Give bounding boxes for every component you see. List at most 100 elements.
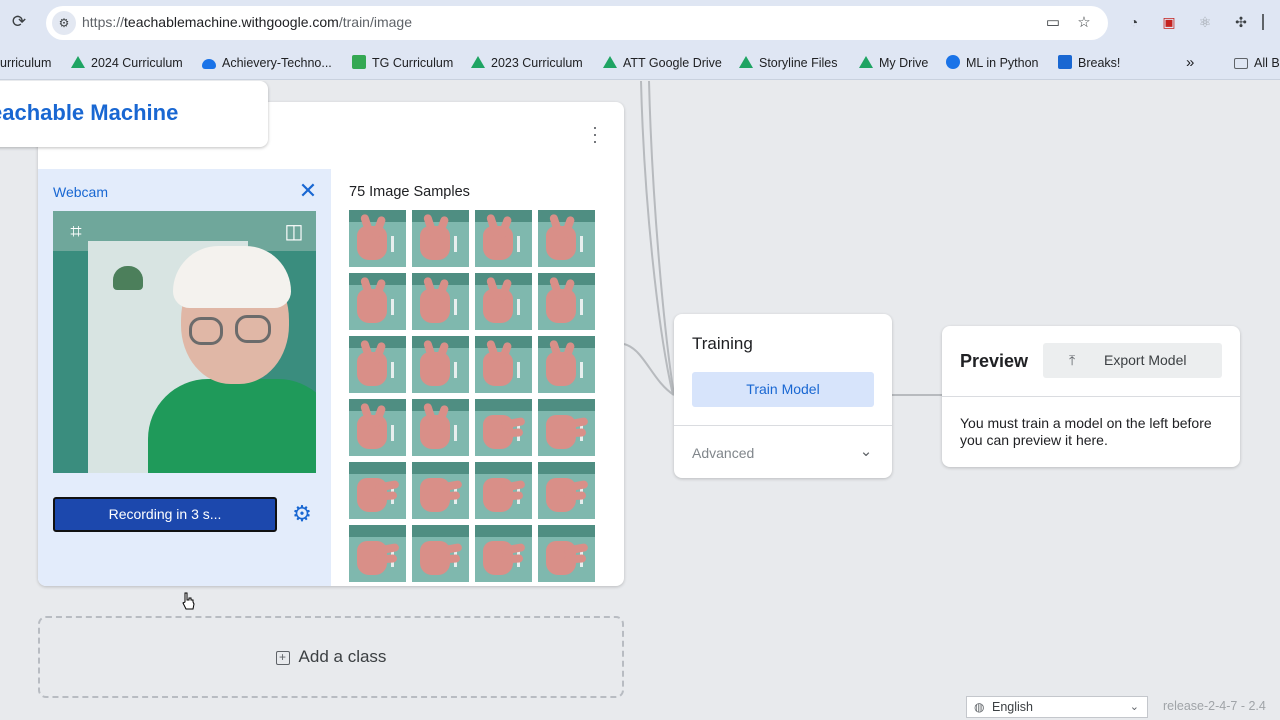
webcam-preview: ⌗ ◫: [53, 211, 316, 473]
sample-thumbnail[interactable]: [538, 273, 595, 330]
bookmark-label: urriculum: [0, 56, 52, 70]
webcam-panel: Webcam ✕ ⌗ ◫ Recording in 3 s... ⚙: [38, 169, 331, 586]
sample-thumbnail[interactable]: [412, 336, 469, 393]
url-text[interactable]: https://teachablemachine.withgoogle.com/…: [82, 14, 412, 30]
sample-thumbnail[interactable]: [538, 525, 595, 582]
bookmark-storyline-files[interactable]: Storyline Files: [739, 53, 838, 73]
bookmark-achievery[interactable]: Achievery-Techno...: [202, 53, 332, 73]
sample-thumbnail[interactable]: [412, 399, 469, 456]
bookmark-att-google-drive[interactable]: ATT Google Drive: [603, 53, 722, 73]
release-version: release-2-4-7 - 2.4: [1163, 699, 1266, 713]
sample-thumbnail[interactable]: [412, 462, 469, 519]
preview-message: You must train a model on the left befor…: [960, 415, 1212, 448]
bookmark-label: ML in Python: [966, 56, 1039, 70]
sample-thumbnail[interactable]: [475, 399, 532, 456]
puzzle-icon[interactable]: ✣: [1231, 12, 1251, 32]
globe-icon: ◍: [974, 700, 985, 714]
sample-thumbnail[interactable]: [475, 210, 532, 267]
connector-line-preview: [892, 394, 944, 396]
train-model-button[interactable]: Train Model: [692, 372, 874, 407]
hand-cursor-icon: [182, 592, 195, 610]
sample-thumbnail[interactable]: [538, 210, 595, 267]
bookmark-my-drive[interactable]: My Drive: [859, 53, 928, 73]
sample-thumbnail[interactable]: [475, 336, 532, 393]
sample-thumbnail[interactable]: [349, 273, 406, 330]
add-class-text: Add a class: [298, 647, 387, 666]
sample-thumbnail[interactable]: [475, 273, 532, 330]
google-drive-icon: [471, 56, 485, 68]
pdf-extension-icon[interactable]: ▣: [1159, 12, 1179, 32]
sample-thumbnail[interactable]: [475, 525, 532, 582]
training-title: Training: [692, 334, 753, 353]
sample-thumbnail[interactable]: [412, 525, 469, 582]
bookmark-tg-curriculum[interactable]: TG Curriculum: [352, 53, 453, 73]
google-drive-icon: [739, 56, 753, 68]
close-icon[interactable]: ✕: [298, 180, 318, 202]
react-extension-icon[interactable]: ⚛: [1195, 12, 1215, 32]
folder-icon: [1234, 58, 1248, 69]
bookmark-curriculum[interactable]: urriculum: [0, 53, 51, 73]
breaks-icon: [1058, 55, 1072, 69]
divider: [942, 396, 1240, 397]
site-info-icon[interactable]: ⚙: [52, 11, 76, 35]
bookmark-label: 2023 Curriculum: [491, 56, 583, 70]
flip-icon[interactable]: ◫: [281, 219, 307, 245]
sample-thumbnail[interactable]: [538, 399, 595, 456]
star-icon[interactable]: ☆: [1074, 14, 1094, 32]
sample-thumbnail[interactable]: [349, 525, 406, 582]
bookmark-label: 2024 Curriculum: [91, 56, 183, 70]
export-model-button[interactable]: ⤒ Export Model: [1043, 343, 1222, 378]
crop-icon[interactable]: ⌗: [63, 219, 89, 245]
add-class-label: + Add a class: [40, 647, 622, 667]
cloud-icon: [202, 59, 216, 69]
extension-clock-icon[interactable]: ◔: [1124, 12, 1144, 32]
sample-thumbnail[interactable]: [538, 336, 595, 393]
sample-thumbnail[interactable]: [349, 399, 406, 456]
chevron-down-icon[interactable]: ⌄: [858, 444, 874, 460]
address-bar[interactable]: ⚙ https://teachablemachine.withgoogle.co…: [46, 6, 1108, 40]
browser-toolbar: ⟳ ⚙ https://teachablemachine.withgoogle.…: [0, 0, 1280, 46]
url-path: /train/image: [338, 14, 412, 30]
bookmark-ml-in-python[interactable]: ML in Python: [946, 53, 1039, 73]
samples-title: 75 Image Samples: [349, 184, 470, 200]
record-button[interactable]: Recording in 3 s...: [53, 497, 277, 532]
google-drive-icon: [71, 56, 85, 68]
preview-title: Preview: [960, 351, 1029, 371]
url-host: teachablemachine.withgoogle.com: [124, 14, 339, 30]
upload-icon: ⤒: [1069, 352, 1076, 368]
export-model-label: Export Model: [1104, 352, 1187, 368]
gear-icon[interactable]: ⚙: [290, 502, 314, 526]
webcam-label: Webcam: [53, 184, 108, 200]
bookmark-2023-curriculum[interactable]: 2023 Curriculum: [471, 53, 583, 73]
class-card: · · · Webcam ✕ ⌗ ◫ Recording in 3 s... ⚙ 7…: [38, 102, 624, 586]
divider: [674, 425, 892, 426]
video-glasses-left: [189, 317, 223, 345]
video-person-shirt: [148, 379, 316, 473]
sample-thumbnail[interactable]: [349, 462, 406, 519]
toolbar-divider: [1262, 14, 1264, 30]
python-icon: [946, 55, 960, 69]
more-bookmarks-icon[interactable]: »: [1186, 53, 1194, 73]
bookmark-all-bookmarks[interactable]: All B: [1234, 53, 1280, 73]
sample-thumbnail[interactable]: [349, 210, 406, 267]
sample-thumbnail[interactable]: [538, 462, 595, 519]
language-value: English: [992, 700, 1033, 714]
app-canvas: · · · Webcam ✕ ⌗ ◫ Recording in 3 s... ⚙ 7…: [0, 81, 1280, 720]
app-logo[interactable]: eachable Machine: [0, 100, 178, 126]
sample-thumbnail[interactable]: [349, 336, 406, 393]
advanced-toggle[interactable]: Advanced: [692, 445, 754, 461]
bookmark-breaks[interactable]: Breaks!: [1058, 53, 1120, 73]
sample-thumbnail[interactable]: [412, 210, 469, 267]
add-class-button[interactable]: + Add a class: [38, 616, 624, 698]
bookmarks-bar: urriculum 2024 Curriculum Achievery-Tech…: [0, 46, 1280, 80]
language-select[interactable]: ◍ English ⌄: [966, 696, 1148, 718]
bookmark-label: My Drive: [879, 56, 929, 70]
bookmark-2024-curriculum[interactable]: 2024 Curriculum: [71, 53, 183, 73]
more-vert-icon[interactable]: · · ·: [590, 118, 600, 150]
sample-thumbnail[interactable]: [475, 462, 532, 519]
video-person-hair: [173, 246, 291, 308]
sample-thumbnail[interactable]: [412, 273, 469, 330]
preview-card: Preview ⤒ Export Model You must train a …: [942, 326, 1240, 467]
reload-icon[interactable]: ⟳: [8, 11, 30, 33]
camera-icon[interactable]: ▭: [1043, 14, 1063, 32]
